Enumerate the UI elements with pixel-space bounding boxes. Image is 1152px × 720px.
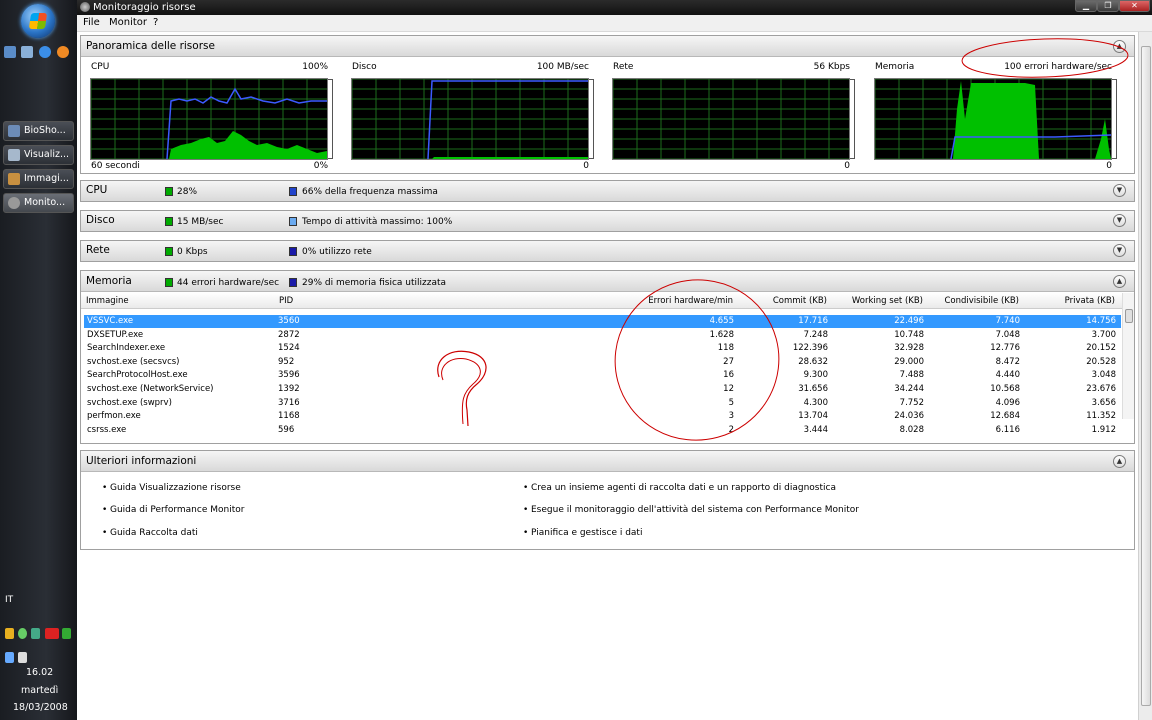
annotation-question-mark	[437, 350, 487, 427]
safe-remove-icon[interactable]	[62, 628, 71, 639]
annotation-layer	[437, 38, 1129, 441]
show-desktop-icon[interactable]	[4, 46, 16, 58]
app-icon	[8, 149, 20, 161]
taskbar-button-monito[interactable]: Monito...	[3, 193, 74, 213]
volume-icon[interactable]	[18, 652, 27, 663]
taskbar-button-biosho[interactable]: BioSho...	[3, 121, 74, 141]
clock-day: martedì	[21, 685, 59, 696]
taskbar-button-immagi[interactable]: Immagi...	[3, 169, 74, 189]
ie-icon[interactable]	[39, 46, 51, 58]
app-icon	[8, 197, 20, 209]
app-icon	[8, 173, 20, 185]
annotation-question-mark	[441, 357, 481, 425]
annotation-ellipse-top	[961, 38, 1129, 78]
switch-windows-icon[interactable]	[21, 46, 33, 58]
firefox-icon[interactable]	[57, 46, 69, 58]
user-icon[interactable]	[18, 628, 27, 639]
language-indicator[interactable]: IT	[5, 595, 13, 605]
app-icon	[8, 125, 20, 137]
clock-date: 18/03/2008	[13, 702, 68, 713]
annotation-ellipse-column	[614, 279, 780, 441]
taskbar: BioSho... Visualiz... Immagi... Monito..…	[0, 0, 77, 720]
network-status-icon[interactable]	[5, 652, 14, 663]
ati-icon[interactable]	[45, 628, 59, 639]
resource-monitor-window: Monitoraggio risorse ▁ ❐ ✕ File Monitor …	[77, 0, 1152, 720]
shield-icon[interactable]	[5, 628, 14, 639]
windows-logo-icon	[28, 13, 48, 29]
clock-time[interactable]: 16.02	[26, 667, 53, 678]
start-button[interactable]	[21, 4, 55, 38]
network-icon[interactable]	[31, 628, 40, 639]
taskbar-button-visualiz[interactable]: Visualiz...	[3, 145, 74, 165]
